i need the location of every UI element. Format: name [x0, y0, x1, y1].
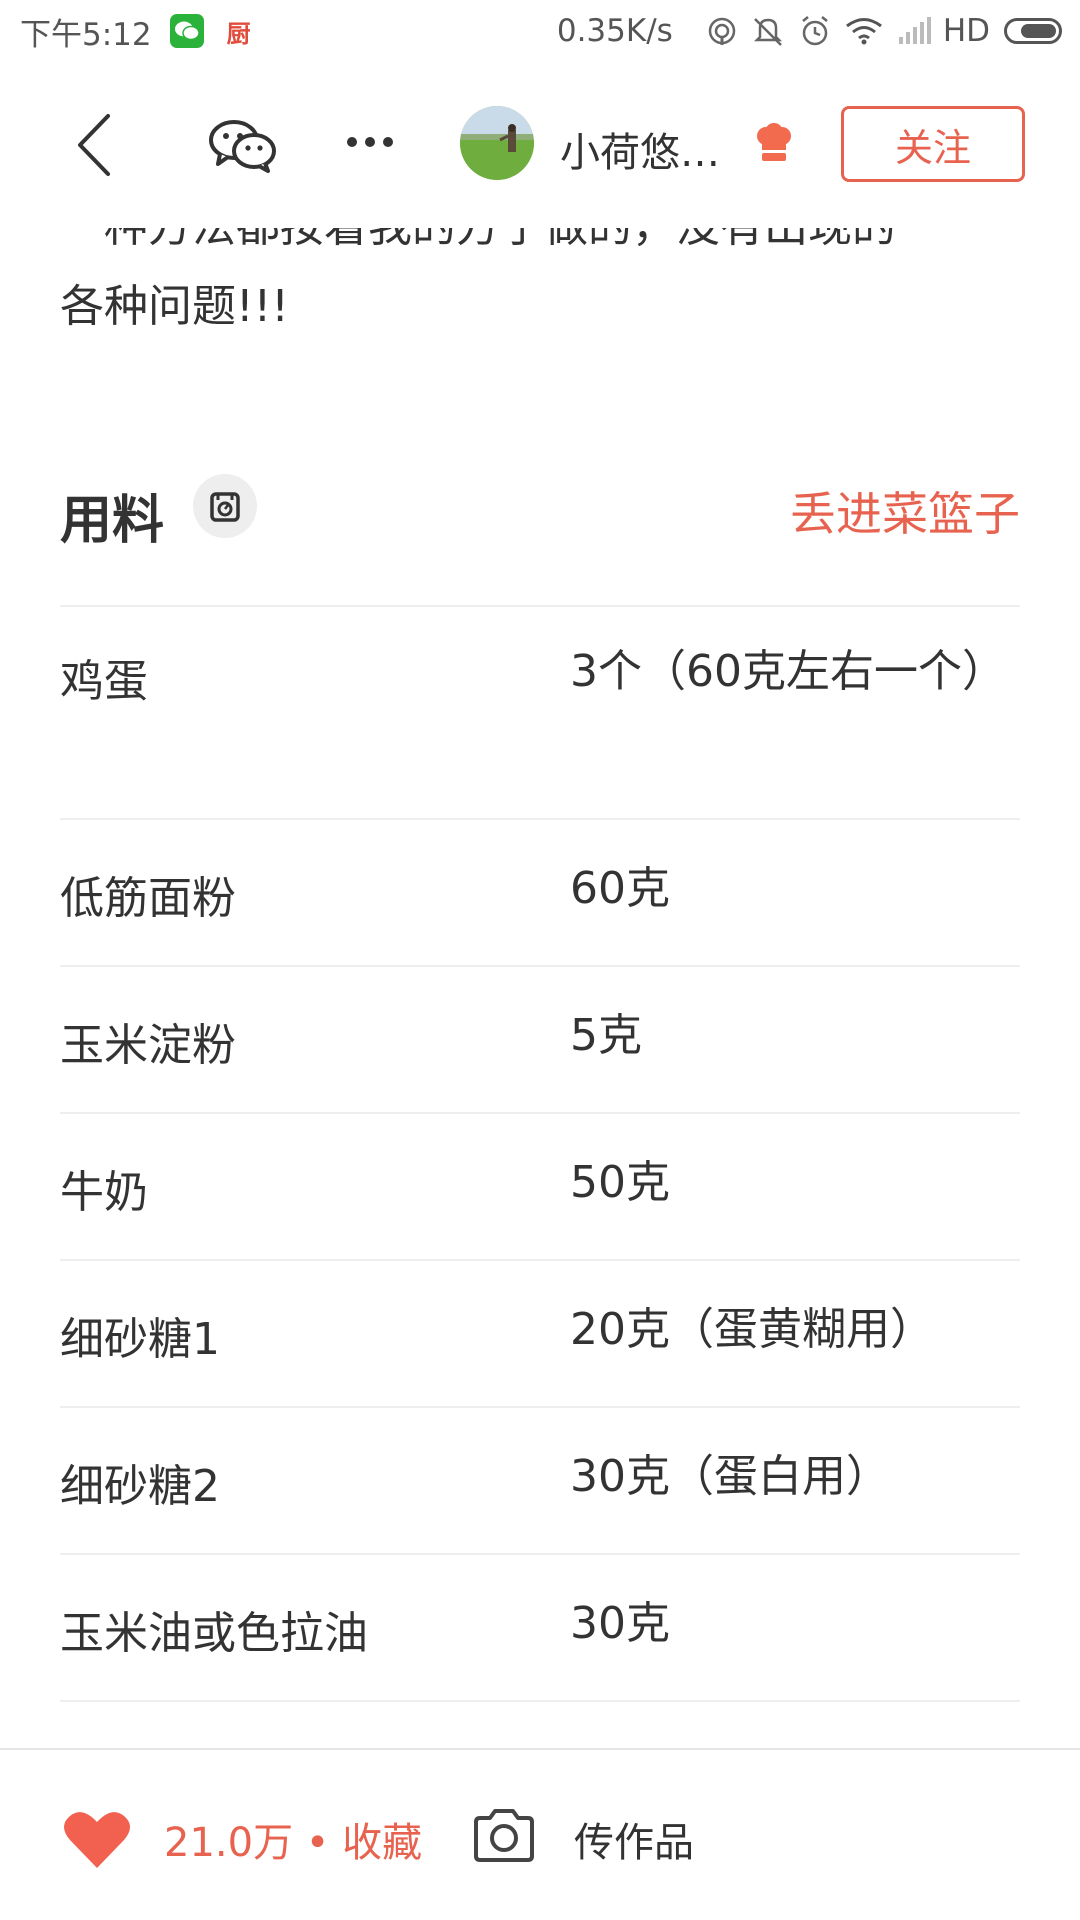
status-right: 0.35K/s HD [557, 13, 1080, 49]
heart-icon[interactable] [62, 1808, 132, 1870]
ingredient-row: 玉米淀粉 5克 [60, 967, 1020, 1114]
ingredient-name: 玉米淀粉 [60, 1020, 236, 1071]
ingredient-row: 玉米油或色拉油 30克 [60, 1555, 1020, 1702]
intro-partial-line: 一种方法都按着我的方子做的，没有出现的 [60, 228, 896, 254]
ingredient-name: 牛奶 [60, 1167, 148, 1218]
camera-icon[interactable] [472, 1806, 536, 1864]
ingredient-name: 低筋面粉 [60, 873, 236, 924]
wechat-icon [169, 14, 204, 48]
upload-work-button[interactable]: 传作品 [574, 1810, 694, 1868]
status-left: 下午5:12 厨 [0, 9, 274, 54]
ingredient-name: 细砂糖2 [60, 1461, 220, 1512]
more-button[interactable] [340, 122, 400, 162]
ingredients-table: 鸡蛋 3个（60克左右一个） 低筋面粉 60克玉米淀粉 5克牛奶 50克细砂糖1 20克（蛋… [60, 605, 1020, 1702]
ingredient-amount: 20克（蛋黄糊用） [570, 1304, 934, 1355]
author-name[interactable]: 小荷悠… [560, 120, 720, 178]
wifi-icon [845, 17, 883, 45]
ingredient-row: 牛奶 50克 [60, 1114, 1020, 1261]
ingredient-row: 低筋面粉 60克 [60, 820, 1020, 967]
ingredient-amount: 30克（蛋白用） [570, 1451, 890, 1502]
ingredient-row: 细砂糖2 30克（蛋白用） [60, 1408, 1020, 1555]
back-button[interactable] [66, 110, 122, 180]
ingredient-amount: 3个（60克左右一个） [570, 646, 1006, 697]
recipe-content: 一种方法都按着我的方子做的，没有出现的 各种问题!!! 用料 丢进菜篮子 鸡蛋 3… [0, 228, 1080, 1748]
ingredient-row: 细砂糖1 20克（蛋黄糊用） [60, 1261, 1020, 1408]
battery-level [1021, 24, 1056, 38]
ingredients-header: 用料 丢进菜篮子 [60, 468, 1020, 551]
ingredient-name: 细砂糖1 [60, 1314, 220, 1365]
favorite-count[interactable]: 21.0万 • 收藏 [164, 1810, 422, 1868]
signal-icon [897, 17, 931, 45]
ingredient-amount: 50克 [570, 1157, 670, 1208]
network-label: HD [942, 13, 990, 49]
ingredient-row: 鸡蛋 3个（60克左右一个） [60, 607, 1020, 820]
ingredient-name: 鸡蛋 [60, 656, 148, 707]
more-icon [347, 137, 393, 147]
avatar[interactable] [460, 106, 534, 180]
alarm-icon [799, 15, 831, 47]
bottom-action-bar: 21.0万 • 收藏 传作品 [0, 1748, 1080, 1920]
ingredient-amount: 30克 [570, 1598, 670, 1649]
ingredients-title: 用料 [60, 491, 165, 551]
nav-bar: 小荷悠… 关注 [0, 62, 1080, 228]
add-to-basket-link[interactable]: 丢进菜篮子 [790, 478, 1020, 544]
battery-icon [1004, 18, 1062, 44]
chef-badge-icon [752, 122, 796, 166]
status-bar: 下午5:12 厨 0.35K/s HD [0, 0, 1080, 62]
ingredient-amount: 5克 [570, 1010, 642, 1061]
wechat-share-button[interactable] [208, 118, 278, 174]
ingredient-name: 玉米油或色拉油 [60, 1608, 368, 1659]
back-icon [78, 114, 110, 176]
scale-icon[interactable] [193, 474, 257, 538]
net-speed: 0.35K/s [556, 13, 673, 49]
status-time: 下午5:12 [20, 16, 152, 53]
follow-button[interactable]: 关注 [841, 106, 1025, 182]
kitchen-app-icon: 厨 [226, 19, 251, 48]
hotspot-icon [707, 16, 737, 46]
ingredient-amount: 60克 [570, 863, 670, 914]
intro-text: 各种问题!!! [60, 281, 289, 332]
wechat-share-icon [209, 120, 276, 173]
mute-icon [751, 15, 785, 47]
